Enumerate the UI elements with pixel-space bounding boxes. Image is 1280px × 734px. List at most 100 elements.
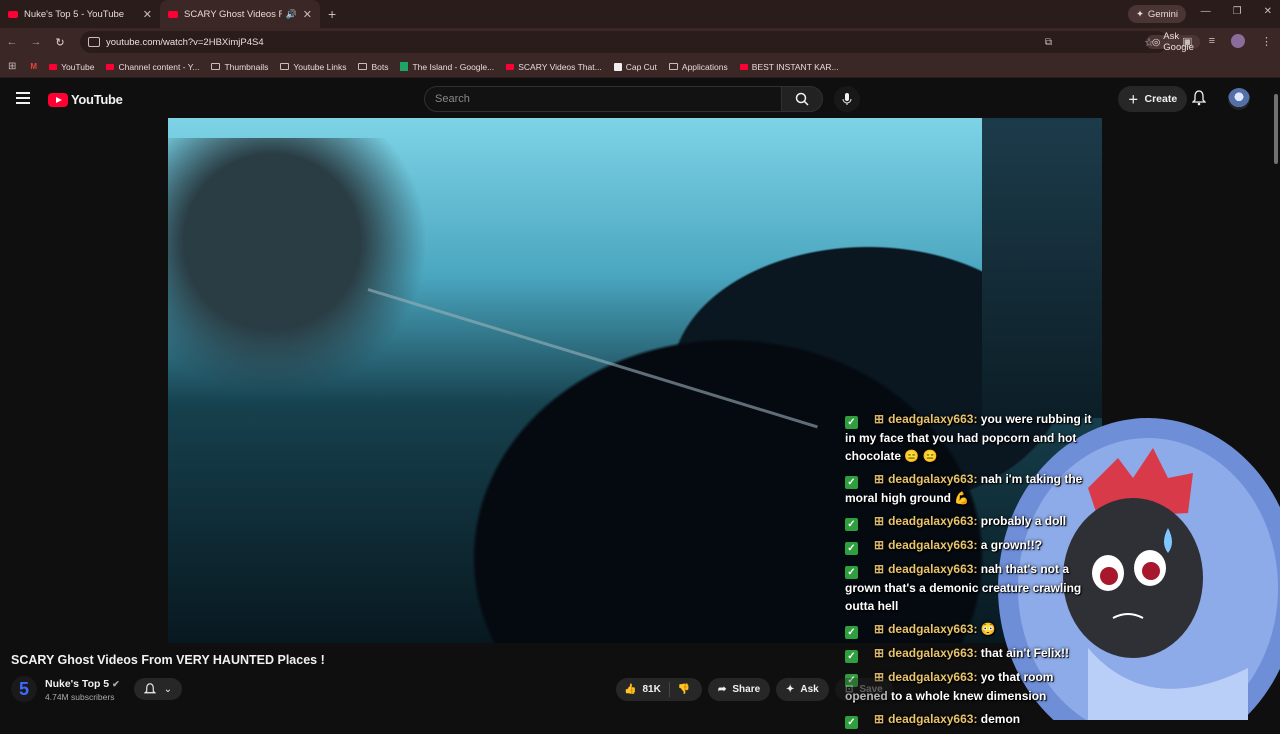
toolbar-right: ▣ ≡ ⋮ bbox=[1182, 34, 1272, 48]
ask-label: Ask bbox=[800, 684, 819, 695]
forward-icon[interactable]: → bbox=[24, 36, 48, 48]
share-arrow-icon: ➦ bbox=[718, 684, 727, 695]
gemini-sparkle-icon: ✦ bbox=[1135, 8, 1144, 20]
chat-message: ✓ ⊞ deadgalaxy663: a grown!!? bbox=[845, 536, 1095, 555]
bookmark-the-island[interactable]: The Island - Google... bbox=[400, 62, 494, 72]
bookmark-bots[interactable]: Bots bbox=[358, 62, 388, 72]
speaker-icon[interactable]: 🔊 bbox=[286, 9, 297, 20]
bookmark-applications[interactable]: Applications bbox=[668, 62, 728, 72]
window-controls: — ❐ ✕ bbox=[1201, 6, 1272, 17]
chat-username: deadgalaxy663: bbox=[888, 514, 978, 528]
bookmark-label: SCARY Videos That... bbox=[518, 61, 602, 72]
reload-icon[interactable]: ↻ bbox=[48, 36, 72, 49]
sparkle-icon: ✦ bbox=[786, 684, 795, 695]
youtube-icon bbox=[49, 63, 58, 70]
bookmark-thumbnails[interactable]: Thumbnails bbox=[211, 62, 268, 72]
voice-search-button[interactable] bbox=[834, 86, 860, 112]
search-input[interactable]: Search bbox=[424, 86, 782, 112]
screenshot-icon[interactable]: ⧉ bbox=[1045, 37, 1052, 48]
folder-icon bbox=[280, 63, 290, 70]
media-controls-icon[interactable]: ≡ bbox=[1209, 35, 1215, 47]
chat-message: ✓ ⊞ deadgalaxy663: nah that's not a grown … bbox=[845, 560, 1095, 615]
tab-title: SCARY Ghost Videos From VERY bbox=[184, 8, 282, 20]
youtube-icon bbox=[739, 63, 748, 70]
bookmark-youtube-links[interactable]: Youtube Links bbox=[280, 62, 346, 72]
bookmark-icon: ⊡ bbox=[845, 684, 854, 695]
checkmark-icon: ✓ bbox=[845, 626, 858, 639]
like-count: 81K bbox=[642, 684, 661, 695]
dislike-button[interactable]: 👎 bbox=[670, 684, 698, 695]
tab-scary-ghost-videos[interactable]: SCARY Ghost Videos From VERY 🔊 ✕ bbox=[160, 0, 320, 28]
search-icon bbox=[795, 92, 809, 106]
chat-text: 😳 bbox=[980, 622, 996, 636]
bookmark-youtube[interactable]: YouTube bbox=[49, 62, 94, 72]
folder-icon bbox=[358, 63, 368, 70]
chat-message: ✓ ⊞ deadgalaxy663: nah i'm taking the mora… bbox=[845, 470, 1095, 507]
minimize-icon[interactable]: — bbox=[1201, 6, 1211, 17]
chat-username: deadgalaxy663: bbox=[888, 412, 978, 426]
thumbs-up-icon: 👍 bbox=[624, 684, 637, 695]
gemini-button[interactable]: ✦ Gemini bbox=[1127, 5, 1186, 23]
share-button[interactable]: ➦ Share bbox=[708, 678, 771, 701]
bookmark-gmail[interactable]: M bbox=[30, 62, 37, 71]
folder-icon bbox=[211, 63, 221, 70]
user-badge-icon: ⊞ bbox=[874, 472, 885, 486]
chat-username: deadgalaxy663: bbox=[888, 538, 978, 552]
user-badge-icon: ⊞ bbox=[874, 412, 885, 426]
restore-icon[interactable]: ❐ bbox=[1233, 6, 1242, 17]
create-button[interactable]: ＋ Create bbox=[1118, 86, 1188, 112]
bookmark-best-instant-kar[interactable]: BEST INSTANT KAR... bbox=[739, 62, 839, 72]
url-bar[interactable]: youtube.com/watch?v=2HBXimjP4S4 ⧉ ◎ Ask … bbox=[80, 31, 1200, 53]
close-tab-icon[interactable]: ✕ bbox=[303, 8, 312, 21]
close-tab-icon[interactable]: ✕ bbox=[143, 8, 152, 21]
channel-name: Nuke's Top 5 bbox=[45, 678, 110, 690]
save-button[interactable]: ⊡ Save bbox=[835, 678, 893, 701]
notifications-bell-icon[interactable] bbox=[1191, 90, 1207, 111]
bookmark-label: Bots bbox=[371, 61, 389, 72]
close-window-icon[interactable]: ✕ bbox=[1264, 6, 1272, 17]
save-label: Save bbox=[859, 684, 883, 695]
channel-name-link[interactable]: Nuke's Top 5 ✔ bbox=[45, 678, 120, 690]
user-badge-icon: ⊞ bbox=[874, 622, 885, 636]
checkmark-icon: ✓ bbox=[845, 716, 858, 729]
chat-message: ✓ ⊞ deadgalaxy663: you were rubbing it in … bbox=[845, 410, 1095, 465]
new-tab-button[interactable]: + bbox=[328, 6, 336, 22]
account-avatar[interactable] bbox=[1228, 88, 1250, 110]
bookmark-scary-videos[interactable]: SCARY Videos That... bbox=[506, 61, 602, 72]
search-placeholder: Search bbox=[435, 93, 470, 105]
bookmark-label: The Island - Google... bbox=[412, 61, 495, 72]
chat-text: demon bbox=[980, 712, 1021, 726]
more-menu-icon[interactable]: ⋮ bbox=[1261, 35, 1272, 48]
youtube-play-icon bbox=[48, 92, 68, 107]
bookmark-channel-content[interactable]: Channel content - Y... bbox=[106, 62, 199, 72]
microphone-icon bbox=[842, 93, 852, 105]
bookmarks-bar: ⊞ M YouTube Channel content - Y... Thumb… bbox=[0, 56, 1280, 78]
hamburger-menu-icon[interactable] bbox=[16, 92, 30, 107]
checkmark-icon: ✓ bbox=[845, 518, 858, 531]
user-badge-icon: ⊞ bbox=[874, 646, 885, 660]
apps-grid-icon[interactable]: ⊞ bbox=[8, 61, 16, 72]
channel-avatar[interactable]: 5 bbox=[11, 676, 37, 702]
bookmark-star-icon[interactable]: ☆ bbox=[1144, 36, 1154, 49]
youtube-favicon-icon bbox=[168, 10, 178, 18]
back-icon[interactable]: ← bbox=[0, 36, 24, 48]
chat-message: ✓ ⊞ deadgalaxy663: probably a doll bbox=[845, 512, 1095, 531]
youtube-header: YouTube Search ＋ Create bbox=[0, 80, 1280, 118]
ask-button[interactable]: ✦ Ask bbox=[776, 678, 829, 701]
bookmark-label: YouTube bbox=[61, 61, 95, 72]
tab-search-icon[interactable]: ▣ bbox=[1182, 35, 1192, 48]
url-text[interactable]: youtube.com/watch?v=2HBXimjP4S4 bbox=[106, 37, 264, 48]
profile-avatar[interactable] bbox=[1231, 34, 1245, 48]
search-button[interactable] bbox=[781, 86, 823, 112]
bookmark-cap-cut[interactable]: Cap Cut bbox=[613, 62, 657, 72]
scrollbar-thumb[interactable] bbox=[1274, 94, 1278, 164]
like-button[interactable]: 👍 81K bbox=[616, 682, 670, 697]
user-badge-icon: ⊞ bbox=[874, 712, 885, 726]
tab-youtube-channel[interactable]: Nuke's Top 5 - YouTube ✕ bbox=[0, 0, 160, 28]
subscription-notifications-button[interactable]: ⌄ bbox=[134, 678, 182, 700]
share-label: Share bbox=[732, 684, 761, 695]
page-scrollbar[interactable] bbox=[1272, 80, 1280, 720]
youtube-logo[interactable]: YouTube bbox=[48, 92, 123, 107]
site-info-icon[interactable] bbox=[88, 37, 100, 47]
checkmark-icon: ✓ bbox=[845, 416, 858, 429]
